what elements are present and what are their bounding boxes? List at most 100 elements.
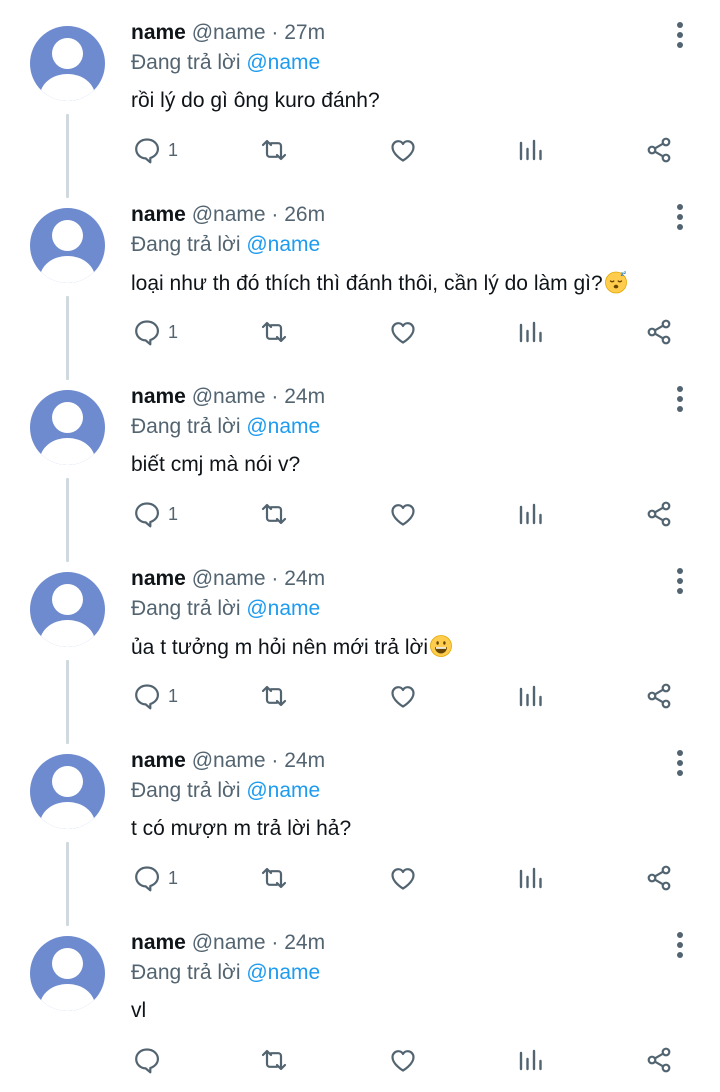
- bar-chart-icon: [516, 1045, 546, 1075]
- heart-icon: [388, 317, 418, 347]
- user-handle[interactable]: @name: [192, 203, 266, 226]
- like-button[interactable]: [388, 862, 418, 894]
- views-button[interactable]: [516, 1044, 546, 1076]
- reply-button[interactable]: 1: [132, 862, 178, 894]
- like-button[interactable]: [388, 498, 418, 530]
- like-button[interactable]: [388, 134, 418, 166]
- more-vertical-icon[interactable]: [670, 384, 690, 414]
- user-handle[interactable]: @name: [192, 21, 266, 44]
- user-handle[interactable]: @name: [192, 931, 266, 954]
- user-handle[interactable]: @name: [192, 385, 266, 408]
- display-name[interactable]: name: [131, 567, 186, 590]
- retweet-button[interactable]: [259, 134, 289, 166]
- like-button[interactable]: [388, 1044, 418, 1076]
- retweet-button[interactable]: [259, 1044, 289, 1076]
- tweet[interactable]: name @name · 24m Đang trả lời @name t có…: [0, 728, 720, 926]
- display-name[interactable]: name: [131, 931, 186, 954]
- tweet-header: name @name · 24m: [131, 930, 325, 956]
- replying-to: Đang trả lời @name: [131, 232, 320, 258]
- share-button[interactable]: [644, 862, 674, 894]
- replying-to-mention[interactable]: @name: [246, 961, 320, 984]
- tweet-text: loại như th đó thích thì đánh thôi, cần …: [131, 270, 628, 297]
- replying-to-mention[interactable]: @name: [246, 779, 320, 802]
- replying-to-mention[interactable]: @name: [246, 51, 320, 74]
- tweet-time[interactable]: 24m: [284, 749, 325, 772]
- avatar-body-shape: [40, 74, 95, 101]
- tweet-text: t có mượn m trả lời hả?: [131, 816, 351, 842]
- views-button[interactable]: [516, 680, 546, 712]
- share-button[interactable]: [644, 1044, 674, 1076]
- reply-button[interactable]: [132, 1044, 162, 1076]
- tweet[interactable]: name @name · 24m Đang trả lời @name vl: [0, 910, 720, 1092]
- reply-button[interactable]: 1: [132, 498, 178, 530]
- share-button[interactable]: [644, 498, 674, 530]
- display-name[interactable]: name: [131, 203, 186, 226]
- views-button[interactable]: [516, 134, 546, 166]
- replying-to-label: Đang trả lời: [131, 415, 241, 438]
- share-nodes-icon: [644, 1045, 674, 1075]
- separator-dot: ·: [271, 203, 279, 226]
- reply-bubble-icon: [132, 499, 162, 529]
- tweet[interactable]: name @name · 26m Đang trả lời @name loại…: [0, 182, 720, 380]
- separator-dot: ·: [271, 21, 279, 44]
- more-vertical-icon[interactable]: [670, 202, 690, 232]
- more-vertical-icon[interactable]: [670, 566, 690, 596]
- avatar[interactable]: [30, 754, 105, 829]
- retweet-button[interactable]: [259, 862, 289, 894]
- share-button[interactable]: [644, 680, 674, 712]
- tweet[interactable]: name @name · 24m Đang trả lời @name biết…: [0, 364, 720, 562]
- views-button[interactable]: [516, 498, 546, 530]
- reply-count: 1: [168, 140, 179, 160]
- reply-bubble-icon: [132, 681, 162, 711]
- retweet-button[interactable]: [259, 680, 289, 712]
- user-handle[interactable]: @name: [192, 567, 266, 590]
- replying-to-mention[interactable]: @name: [246, 597, 320, 620]
- tweet-time[interactable]: 27m: [284, 21, 325, 44]
- bar-chart-icon: [516, 681, 546, 711]
- views-button[interactable]: [516, 316, 546, 348]
- retweet-button[interactable]: [259, 498, 289, 530]
- separator-dot: ·: [271, 749, 279, 772]
- display-name[interactable]: name: [131, 385, 186, 408]
- display-name[interactable]: name: [131, 21, 186, 44]
- avatar-head-shape: [52, 584, 83, 615]
- retweet-button[interactable]: [259, 316, 289, 348]
- like-button[interactable]: [388, 680, 418, 712]
- avatar-head-shape: [52, 766, 83, 797]
- more-vertical-icon[interactable]: [670, 20, 690, 50]
- tweet-text: biết cmj mà nói v?: [131, 452, 300, 478]
- avatar-head-shape: [52, 948, 83, 979]
- views-button[interactable]: [516, 862, 546, 894]
- reply-button[interactable]: 1: [132, 316, 178, 348]
- tweet-time[interactable]: 24m: [284, 931, 325, 954]
- avatar[interactable]: [30, 26, 105, 101]
- separator-dot: ·: [271, 567, 279, 590]
- share-button[interactable]: [644, 316, 674, 348]
- tweet-time[interactable]: 24m: [284, 385, 325, 408]
- share-button[interactable]: [644, 134, 674, 166]
- reply-count: 1: [168, 504, 179, 524]
- tweet[interactable]: name @name · 24m Đang trả lời @name ủa t…: [0, 546, 720, 744]
- avatar[interactable]: [30, 208, 105, 283]
- tweet-time[interactable]: 24m: [284, 567, 325, 590]
- tweet[interactable]: name @name · 27m Đang trả lời @name rồi …: [0, 0, 720, 198]
- avatar-head-shape: [52, 220, 83, 251]
- avatar[interactable]: [30, 390, 105, 465]
- share-nodes-icon: [644, 135, 674, 165]
- tweet-time[interactable]: 26m: [284, 203, 325, 226]
- tweet-text-content: vl: [131, 999, 147, 1022]
- reply-button[interactable]: 1: [132, 134, 178, 166]
- avatar-head-shape: [52, 38, 83, 69]
- avatar[interactable]: [30, 572, 105, 647]
- like-button[interactable]: [388, 316, 418, 348]
- more-vertical-icon[interactable]: [670, 930, 690, 960]
- more-vertical-icon[interactable]: [670, 748, 690, 778]
- replying-to-mention[interactable]: @name: [246, 415, 320, 438]
- bar-chart-icon: [516, 317, 546, 347]
- avatar[interactable]: [30, 936, 105, 1011]
- replying-to-mention[interactable]: @name: [246, 233, 320, 256]
- bar-chart-icon: [516, 135, 546, 165]
- reply-button[interactable]: 1: [132, 680, 178, 712]
- user-handle[interactable]: @name: [192, 749, 266, 772]
- display-name[interactable]: name: [131, 749, 186, 772]
